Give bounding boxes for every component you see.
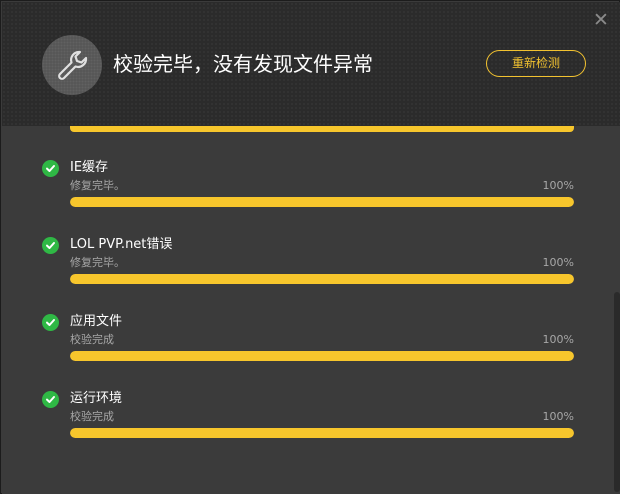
progress-bar [70,197,574,207]
check-list: IE缓存 修复完毕。 100% LOL PVP.net错误 修复完毕。 100%… [2,126,620,494]
item-percent: 100% [542,333,574,346]
scrollbar-thumb[interactable] [614,292,620,492]
progress-fill [70,428,574,438]
check-icon [42,237,59,254]
item-status: 修复完毕。 [70,256,125,269]
check-icon [42,314,59,331]
progress-fill [70,274,574,284]
partial-progress-bar [70,126,574,132]
check-icon [42,160,59,177]
wrench-icon [42,35,102,95]
progress-bar [70,351,574,361]
progress-bar [70,274,574,284]
check-icon [42,391,59,408]
progress-fill [70,197,574,207]
list-item: IE缓存 修复完毕。 100% [2,159,602,229]
item-title: 应用文件 [70,314,123,329]
item-title: LOL PVP.net错误 [70,237,173,252]
item-percent: 100% [542,410,574,423]
item-status: 修复完毕。 [70,179,125,192]
repair-window: ✕ 校验完毕，没有发现文件异常 重新检测 IE缓存 修复完毕。 100% LOL… [0,0,620,494]
item-title: 运行环境 [70,391,123,406]
result-title: 校验完毕，没有发现文件异常 [113,52,373,76]
item-percent: 100% [542,256,574,269]
list-item: 运行环境 校验完成 100% [2,390,602,460]
close-button[interactable]: ✕ [592,10,610,30]
progress-bar [70,428,574,438]
close-icon: ✕ [593,9,609,31]
header: ✕ 校验完毕，没有发现文件异常 重新检测 [2,2,620,126]
item-status: 校验完成 [70,333,114,346]
item-status: 校验完成 [70,410,114,423]
list-item: LOL PVP.net错误 修复完毕。 100% [2,236,602,306]
progress-fill [70,351,574,361]
item-percent: 100% [542,179,574,192]
item-title: IE缓存 [70,160,109,175]
list-item: 应用文件 校验完成 100% [2,313,602,383]
recheck-button[interactable]: 重新检测 [486,50,586,77]
